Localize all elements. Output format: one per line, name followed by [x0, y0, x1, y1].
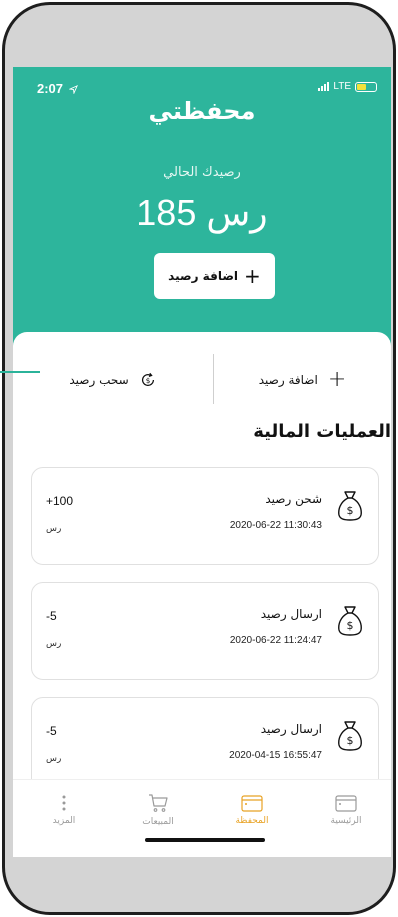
add-balance-label: اضافة رصيد: [168, 269, 239, 283]
phone-frame: 2:07 LTE محفظتي رصيدك الحالي 185 رس اضاف…: [2, 2, 396, 915]
svg-text:$: $: [347, 619, 354, 632]
signal-icon: [318, 82, 330, 91]
add-balance-button[interactable]: اضافة رصيد +: [154, 253, 275, 299]
app-screen: 2:07 LTE محفظتي رصيدك الحالي 185 رس اضاف…: [13, 67, 391, 857]
tab-wallet-label: المحفظة: [235, 816, 269, 826]
wallet-icon: [241, 795, 263, 812]
location-arrow-icon: [67, 85, 78, 95]
transaction-date: 2020-06-22 11:30:43: [229, 520, 322, 531]
tab-more-label: المزيد: [52, 816, 76, 826]
more-icon: [62, 795, 66, 811]
network-label: LTE: [333, 81, 351, 92]
money-bag-icon: $: [338, 606, 362, 636]
svg-text:$: $: [145, 376, 150, 385]
plus-icon: +: [327, 367, 347, 392]
withdraw-label: سحب رصيد: [69, 373, 129, 387]
transaction-currency: رس: [46, 524, 62, 534]
transaction-card[interactable]: $ ارسال رصيد 2020-06-22 11:24:47 -5 رس: [31, 582, 379, 680]
edge-marker: [0, 371, 40, 373]
transaction-title: ارسال رصيد: [260, 722, 322, 736]
transaction-amount: -5: [46, 609, 57, 623]
svg-text:$: $: [347, 734, 354, 747]
status-indicators: LTE: [318, 81, 377, 92]
transaction-card[interactable]: $ شحن رصيد 2020-06-22 11:30:43 +100 رس: [31, 467, 379, 565]
section-title: العمليات المالية: [253, 421, 391, 442]
home-indicator: [145, 838, 265, 842]
transaction-title: شحن رصيد: [265, 492, 322, 506]
tab-wallet[interactable]: المحفظة: [207, 780, 297, 840]
plus-icon: +: [244, 264, 261, 288]
transaction-amount: +100: [46, 494, 74, 508]
transaction-date: 2020-04-15 16:55:47: [229, 750, 322, 761]
transaction-currency: رس: [46, 754, 62, 764]
add-balance-action[interactable]: اضافة رصيد +: [214, 352, 391, 408]
svg-text:$: $: [347, 504, 354, 517]
transaction-amount: -5: [46, 724, 57, 738]
cart-icon: [149, 794, 168, 812]
balance-label: رصيدك الحالي: [163, 165, 241, 180]
tab-sales-label: المبيعات: [142, 817, 174, 827]
money-bag-icon: $: [338, 491, 362, 521]
tab-sales[interactable]: المبيعات: [113, 780, 203, 840]
transaction-currency: رس: [46, 639, 62, 649]
wallet-icon: [335, 795, 357, 812]
page-title: محفظتي: [148, 97, 256, 125]
bottom-tab-bar: الرئيسية المحفظة المبيعات المزيد: [13, 779, 391, 857]
status-time: 2:07: [37, 81, 78, 96]
tab-home[interactable]: الرئيسية: [301, 780, 391, 840]
transaction-title: ارسال رصيد: [260, 607, 322, 621]
balance-amount: 185 رس: [136, 192, 268, 233]
withdraw-balance-button[interactable]: سحب رصيد $: [13, 352, 213, 408]
transaction-date: 2020-06-22 11:24:47: [229, 635, 322, 646]
actions-divider: [213, 354, 214, 404]
tab-more[interactable]: المزيد: [19, 780, 109, 840]
add-action-label: اضافة رصيد: [258, 373, 318, 387]
refresh-coin-icon: $: [141, 372, 154, 386]
quick-actions: سحب رصيد $ اضافة رصيد +: [13, 352, 391, 408]
money-bag-icon: $: [338, 721, 362, 751]
battery-icon: [355, 81, 377, 92]
wallet-header: 2:07 LTE محفظتي رصيدك الحالي 185 رس اضاف…: [13, 67, 391, 347]
tab-home-label: الرئيسية: [330, 816, 362, 826]
